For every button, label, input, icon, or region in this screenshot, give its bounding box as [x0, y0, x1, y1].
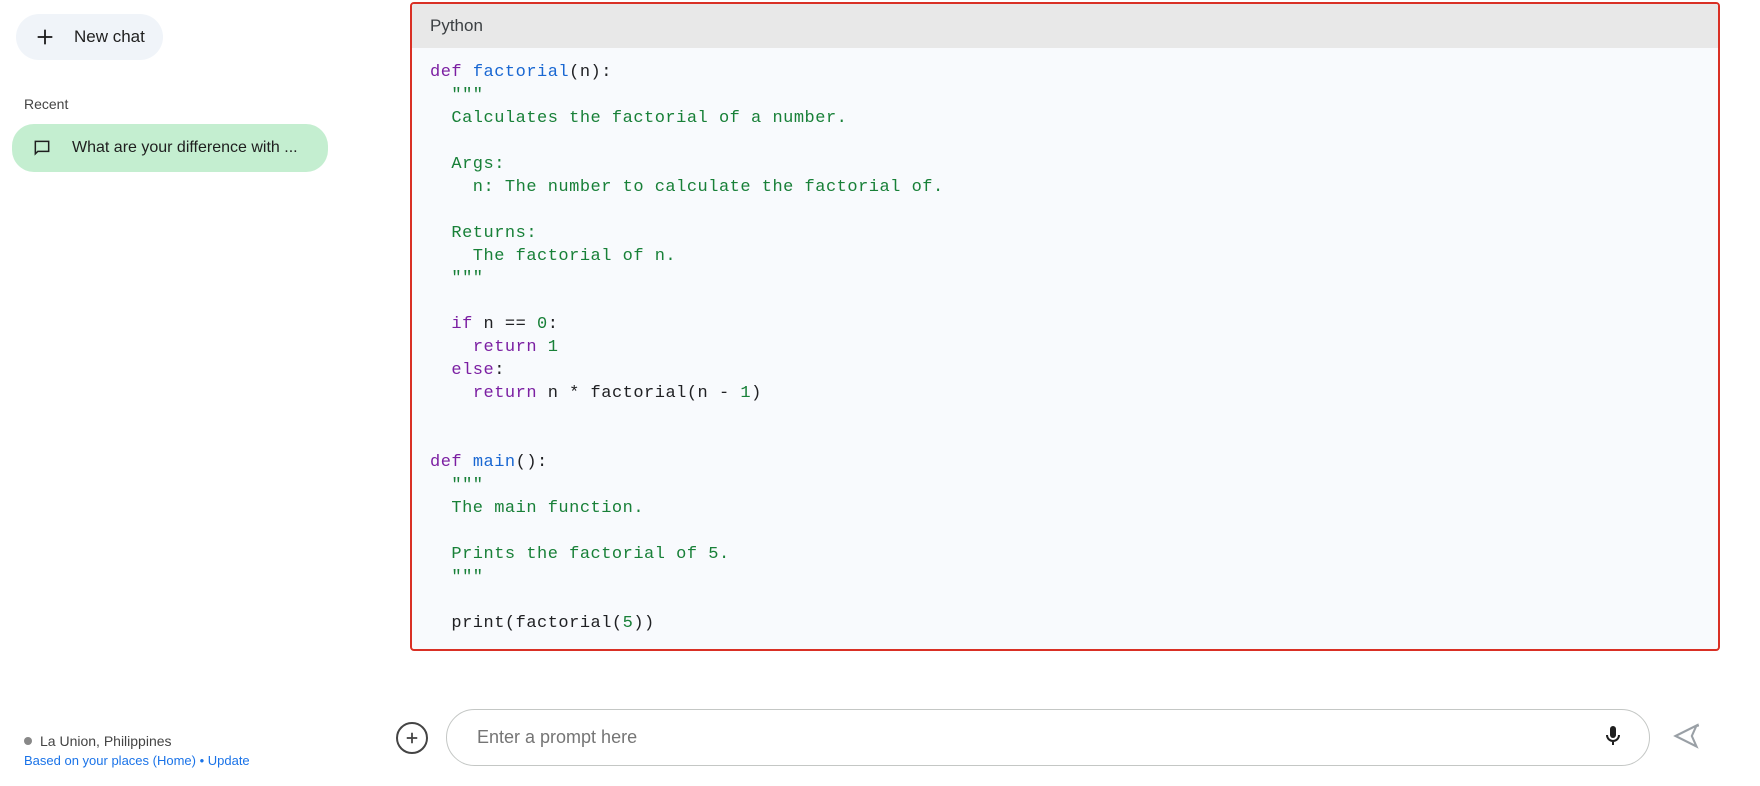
recent-heading: Recent [24, 96, 332, 112]
add-button[interactable] [396, 722, 428, 754]
plus-icon [34, 26, 56, 48]
send-button[interactable] [1668, 718, 1704, 757]
mic-button[interactable] [1597, 720, 1629, 755]
chat-icon [28, 134, 56, 162]
sidebar-chat-label: What are your difference with ... [72, 139, 298, 157]
plus-circle-icon [403, 729, 421, 747]
code-language-label: Python [412, 4, 1718, 48]
code-content[interactable]: def factorial(n): """ Calculates the fac… [412, 48, 1718, 649]
sidebar: New chat Recent What are your difference… [0, 0, 340, 786]
location-text: La Union, Philippines [40, 733, 172, 749]
code-block: Python def factorial(n): """ Calculates … [410, 2, 1720, 651]
composer-bar [340, 691, 1760, 786]
main-area: Python def factorial(n): """ Calculates … [340, 0, 1760, 786]
prompt-input[interactable] [477, 727, 1597, 748]
sidebar-chat-item[interactable]: What are your difference with ... [12, 124, 328, 172]
location-subtext[interactable]: Based on your places (Home) • Update [24, 753, 316, 768]
new-chat-button[interactable]: New chat [16, 14, 163, 60]
prompt-input-wrap[interactable] [446, 709, 1650, 766]
mic-icon [1601, 724, 1625, 748]
conversation-scroll[interactable]: Python def factorial(n): """ Calculates … [340, 0, 1760, 691]
new-chat-label: New chat [74, 27, 145, 47]
location-dot-icon [24, 737, 32, 745]
sidebar-footer: La Union, Philippines Based on your plac… [8, 733, 332, 772]
send-icon [1672, 722, 1700, 750]
